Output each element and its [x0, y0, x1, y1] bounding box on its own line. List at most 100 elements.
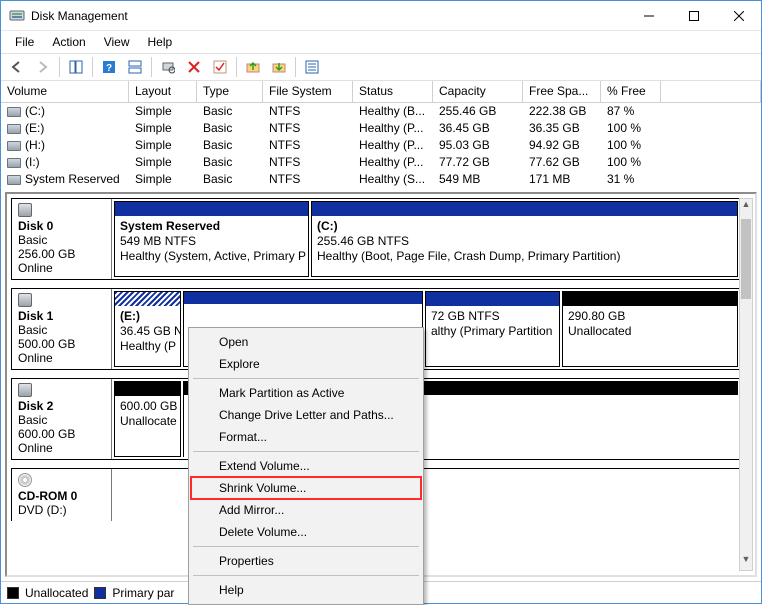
partition-c[interactable]: (C:) 255.46 GB NTFS Healthy (Boot, Page … — [311, 201, 738, 277]
scroll-down-arrow[interactable]: ▼ — [740, 554, 752, 570]
volume-list[interactable]: Volume Layout Type File System Status Ca… — [1, 81, 761, 188]
volume-cell: Simple — [129, 103, 197, 120]
volume-list-header: Volume Layout Type File System Status Ca… — [1, 81, 761, 103]
menu-help[interactable]: Help — [140, 33, 181, 51]
col-volume[interactable]: Volume — [1, 81, 129, 102]
volume-row[interactable]: (I:)SimpleBasicNTFSHealthy (P...77.72 GB… — [1, 154, 761, 171]
col-capacity[interactable]: Capacity — [433, 81, 523, 102]
col-free[interactable]: Free Spa... — [523, 81, 601, 102]
volume-cell: 95.03 GB — [433, 137, 523, 154]
context-menu: Open Explore Mark Partition as Active Ch… — [188, 327, 424, 605]
volume-cell: Simple — [129, 171, 197, 188]
legend-swatch-unallocated — [7, 587, 19, 599]
menu-add-mirror[interactable]: Add Mirror... — [191, 499, 421, 521]
layout-button[interactable] — [123, 56, 147, 78]
check-icon[interactable] — [208, 56, 232, 78]
menu-extend-volume[interactable]: Extend Volume... — [191, 455, 421, 477]
volume-cell: 549 MB — [433, 171, 523, 188]
menu-help[interactable]: Help — [191, 579, 421, 601]
folder-up-icon[interactable] — [241, 56, 265, 78]
menu-properties[interactable]: Properties — [191, 550, 421, 572]
partition-status: Unallocated — [568, 324, 732, 339]
volume-cell: Healthy (P... — [353, 120, 433, 137]
volume-cell: Basic — [197, 137, 263, 154]
folder-down-icon[interactable] — [267, 56, 291, 78]
partition-size: 290.80 GB — [568, 309, 732, 324]
volume-row[interactable]: (H:)SimpleBasicNTFSHealthy (P...95.03 GB… — [1, 137, 761, 154]
col-layout[interactable]: Layout — [129, 81, 197, 102]
partition-status: Unallocate — [120, 414, 175, 429]
help-button[interactable]: ? — [97, 56, 121, 78]
volume-cell: (H:) — [1, 137, 129, 154]
volume-cell: Basic — [197, 171, 263, 188]
menu-file[interactable]: File — [7, 33, 42, 51]
partition-title: (C:) — [317, 219, 732, 234]
disk-0-size: 256.00 GB — [18, 247, 105, 261]
volume-cell: 255.46 GB — [433, 103, 523, 120]
partition-e[interactable]: (E:) 36.45 GB N Healthy (P — [114, 291, 181, 367]
volume-icon — [7, 175, 21, 185]
volume-row[interactable]: System ReservedSimpleBasicNTFSHealthy (S… — [1, 171, 761, 188]
volume-cell: (I:) — [1, 154, 129, 171]
volume-row[interactable]: (E:)SimpleBasicNTFSHealthy (P...36.45 GB… — [1, 120, 761, 137]
volume-cell: Basic — [197, 120, 263, 137]
partition-unallocated-d2[interactable]: 600.00 GB Unallocate — [114, 381, 181, 457]
volume-cell: 222.38 GB — [523, 103, 601, 120]
disk-0-type: Basic — [18, 233, 105, 247]
scroll-thumb[interactable] — [741, 219, 751, 299]
menu-delete-volume[interactable]: Delete Volume... — [191, 521, 421, 543]
cdrom-label: CD-ROM 0 DVD (D:) — [12, 469, 112, 521]
volume-cell: Simple — [129, 120, 197, 137]
col-pct[interactable]: % Free — [601, 81, 661, 102]
close-button[interactable] — [716, 1, 761, 30]
volume-cell: 100 % — [601, 137, 661, 154]
partition-system-reserved[interactable]: System Reserved 549 MB NTFS Healthy (Sys… — [114, 201, 309, 277]
list-icon[interactable] — [300, 56, 324, 78]
minimize-button[interactable] — [626, 1, 671, 30]
volume-cell: 36.45 GB — [433, 120, 523, 137]
volume-cell: 31 % — [601, 171, 661, 188]
vertical-scrollbar[interactable]: ▲ ▼ — [739, 198, 753, 571]
volume-cell: 77.62 GB — [523, 154, 601, 171]
disk-1-label: Disk 1 Basic 500.00 GB Online — [12, 289, 112, 369]
disk-icon — [18, 293, 32, 307]
window-title: Disk Management — [31, 9, 626, 23]
app-icon — [9, 8, 25, 24]
col-spacer — [661, 81, 761, 102]
menu-view[interactable]: View — [96, 33, 138, 51]
disk-1-name: Disk 1 — [18, 309, 105, 323]
delete-icon[interactable] — [182, 56, 206, 78]
disk-0-block[interactable]: Disk 0 Basic 256.00 GB Online System Res… — [11, 198, 741, 280]
col-type[interactable]: Type — [197, 81, 263, 102]
partition-title: (E:) — [120, 309, 175, 324]
volume-cell: 100 % — [601, 120, 661, 137]
menu-mark-active[interactable]: Mark Partition as Active — [191, 382, 421, 404]
partition-i[interactable]: 72 GB NTFS althy (Primary Partition — [425, 291, 560, 367]
disk-icon — [18, 383, 32, 397]
volume-cell: Basic — [197, 103, 263, 120]
volume-row[interactable]: (C:)SimpleBasicNTFSHealthy (B...255.46 G… — [1, 103, 761, 120]
volume-icon — [7, 124, 21, 134]
col-fs[interactable]: File System — [263, 81, 353, 102]
disk-1-size: 500.00 GB — [18, 337, 105, 351]
show-hide-button[interactable] — [64, 56, 88, 78]
back-button[interactable] — [5, 56, 29, 78]
forward-button[interactable] — [31, 56, 55, 78]
partition-status: Healthy (Boot, Page File, Crash Dump, Pr… — [317, 249, 732, 264]
scroll-up-arrow[interactable]: ▲ — [740, 199, 752, 215]
menu-change-drive-letter[interactable]: Change Drive Letter and Paths... — [191, 404, 421, 426]
volume-cell: 77.72 GB — [433, 154, 523, 171]
partition-unallocated-d1[interactable]: 290.80 GB Unallocated — [562, 291, 738, 367]
volume-cell: 100 % — [601, 154, 661, 171]
menu-action[interactable]: Action — [44, 33, 93, 51]
volume-cell: 171 MB — [523, 171, 601, 188]
col-status[interactable]: Status — [353, 81, 433, 102]
menu-shrink-volume[interactable]: Shrink Volume... — [191, 477, 421, 499]
menu-explore[interactable]: Explore — [191, 353, 421, 375]
menubar: File Action View Help — [1, 31, 761, 53]
maximize-button[interactable] — [671, 1, 716, 30]
menu-open[interactable]: Open — [191, 331, 421, 353]
settings-button[interactable] — [156, 56, 180, 78]
partition-size: 255.46 GB NTFS — [317, 234, 732, 249]
menu-format[interactable]: Format... — [191, 426, 421, 448]
